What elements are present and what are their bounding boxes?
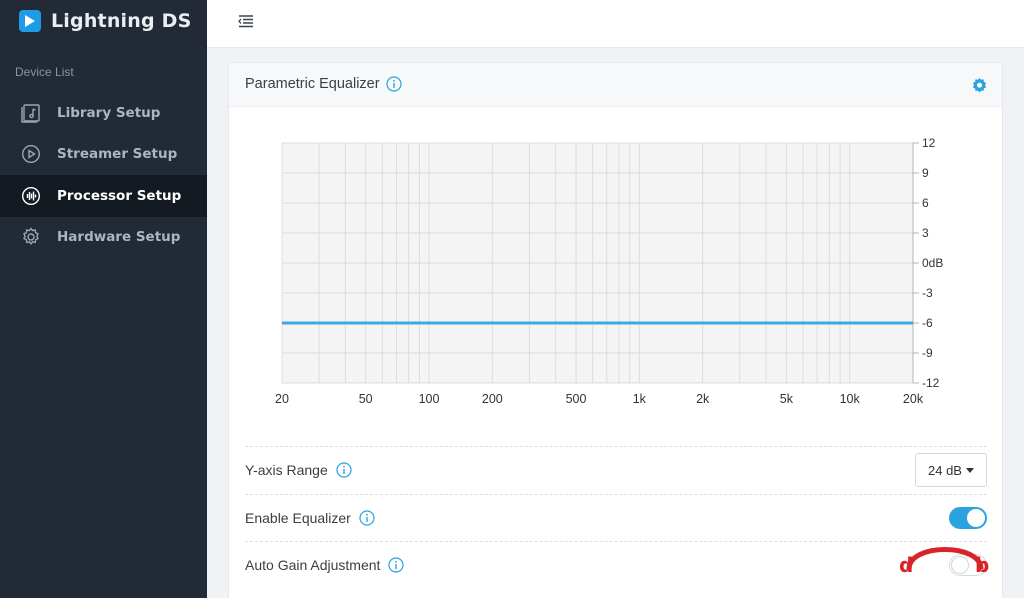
- y-tick-label: 3: [922, 226, 929, 240]
- eq-chart[interactable]: 12 9 6 3 0dB -3 -6 -9 -12 20 50 100 200 500 1k 2k 5k 10k 2…: [229, 107, 1004, 427]
- yaxis-range-label: Y-axis Range: [245, 462, 352, 478]
- y-tick-label: -6: [922, 316, 933, 330]
- sidebar-item-label: Library Setup: [57, 104, 161, 121]
- x-tick-label: 10k: [840, 392, 861, 406]
- x-tick-label: 50: [359, 392, 373, 406]
- app-title: Lightning DS: [51, 10, 192, 32]
- waveform-icon: [20, 185, 41, 206]
- enable-equalizer-label-text: Enable Equalizer: [245, 509, 351, 526]
- sidebar-item-label: Hardware Setup: [57, 229, 181, 246]
- gear-icon: [20, 227, 41, 248]
- menu-collapse-icon[interactable]: [237, 13, 257, 31]
- sidebar-item-hardware-setup[interactable]: Hardware Setup: [0, 217, 207, 259]
- yaxis-range-dropdown[interactable]: 24 dB: [915, 453, 987, 488]
- svg-text:b: b: [975, 553, 989, 577]
- info-icon[interactable]: [336, 462, 352, 478]
- card-title: Parametric Equalizer: [245, 76, 402, 92]
- x-tick-label: 500: [566, 392, 587, 406]
- sidebar-item-label: Processor Setup: [57, 187, 182, 204]
- yaxis-range-value: 24 dB: [928, 462, 962, 478]
- sidebar-item-processor-setup[interactable]: Processor Setup: [0, 175, 207, 217]
- yaxis-range-row: Y-axis Range 24 dB: [245, 446, 987, 494]
- y-tick-label: -12: [922, 376, 940, 390]
- brand[interactable]: Lightning DS: [19, 10, 191, 32]
- sidebar-item-label: Streamer Setup: [57, 146, 178, 163]
- enable-equalizer-toggle[interactable]: [949, 506, 987, 529]
- eq-chart-svg: 12 9 6 3 0dB -3 -6 -9 -12 20 50 100 200 500 1k 2k 5k 10k 2…: [275, 136, 943, 406]
- sidebar-nav: Library Setup Streamer Setup Processor S…: [0, 92, 207, 258]
- info-icon[interactable]: [388, 557, 405, 573]
- x-tick-label: 2k: [696, 392, 710, 406]
- y-tick-label: -3: [922, 286, 933, 300]
- info-icon[interactable]: [385, 76, 402, 92]
- x-tick-label: 20: [275, 392, 289, 406]
- headphones-watermark-icon: d b: [899, 547, 989, 577]
- card-header: Parametric Equalizer: [229, 63, 1002, 107]
- y-tick-label: -9: [922, 346, 933, 360]
- sidebar-item-library-setup[interactable]: Library Setup: [0, 92, 207, 134]
- auto-gain-label: Auto Gain Adjustment: [245, 557, 405, 574]
- settings-list: Y-axis Range 24 dB Enable Equalizer Auto: [245, 446, 987, 589]
- svg-text:d: d: [899, 553, 913, 577]
- music-library-icon: [20, 102, 41, 123]
- sidebar: Lightning DS Device List Library Setup S…: [0, 0, 207, 598]
- parametric-equalizer-card: Parametric Equalizer 12 9 6 3 0dB -3 -6 -9 -12 20…: [228, 62, 1003, 598]
- top-bar: [207, 0, 1024, 48]
- device-list-label: Device List: [15, 65, 74, 79]
- auto-gain-row: Auto Gain Adjustment: [245, 541, 987, 589]
- x-tick-label: 20k: [903, 392, 924, 406]
- x-tick-label: 200: [482, 392, 503, 406]
- settings-gear-icon[interactable]: [971, 77, 988, 94]
- x-tick-label: 100: [419, 392, 440, 406]
- card-title-text: Parametric Equalizer: [245, 76, 380, 92]
- toggle-knob: [967, 508, 985, 527]
- x-tick-label: 5k: [780, 392, 794, 406]
- sidebar-item-streamer-setup[interactable]: Streamer Setup: [0, 134, 207, 176]
- enable-equalizer-row: Enable Equalizer: [245, 493, 987, 542]
- info-icon[interactable]: [359, 510, 375, 526]
- play-circle-icon: [20, 144, 41, 165]
- enable-equalizer-label: Enable Equalizer: [245, 510, 375, 526]
- x-tick-label: 1k: [633, 392, 647, 406]
- yaxis-range-label-text: Y-axis Range: [245, 462, 328, 479]
- y-tick-label: 12: [922, 136, 936, 150]
- chevron-down-icon: [965, 467, 974, 473]
- y-tick-label: 0dB: [922, 256, 943, 270]
- auto-gain-label-text: Auto Gain Adjustment: [245, 557, 381, 574]
- y-tick-label: 6: [922, 196, 929, 210]
- play-logo-icon: [19, 10, 41, 32]
- y-tick-label: 9: [922, 166, 929, 180]
